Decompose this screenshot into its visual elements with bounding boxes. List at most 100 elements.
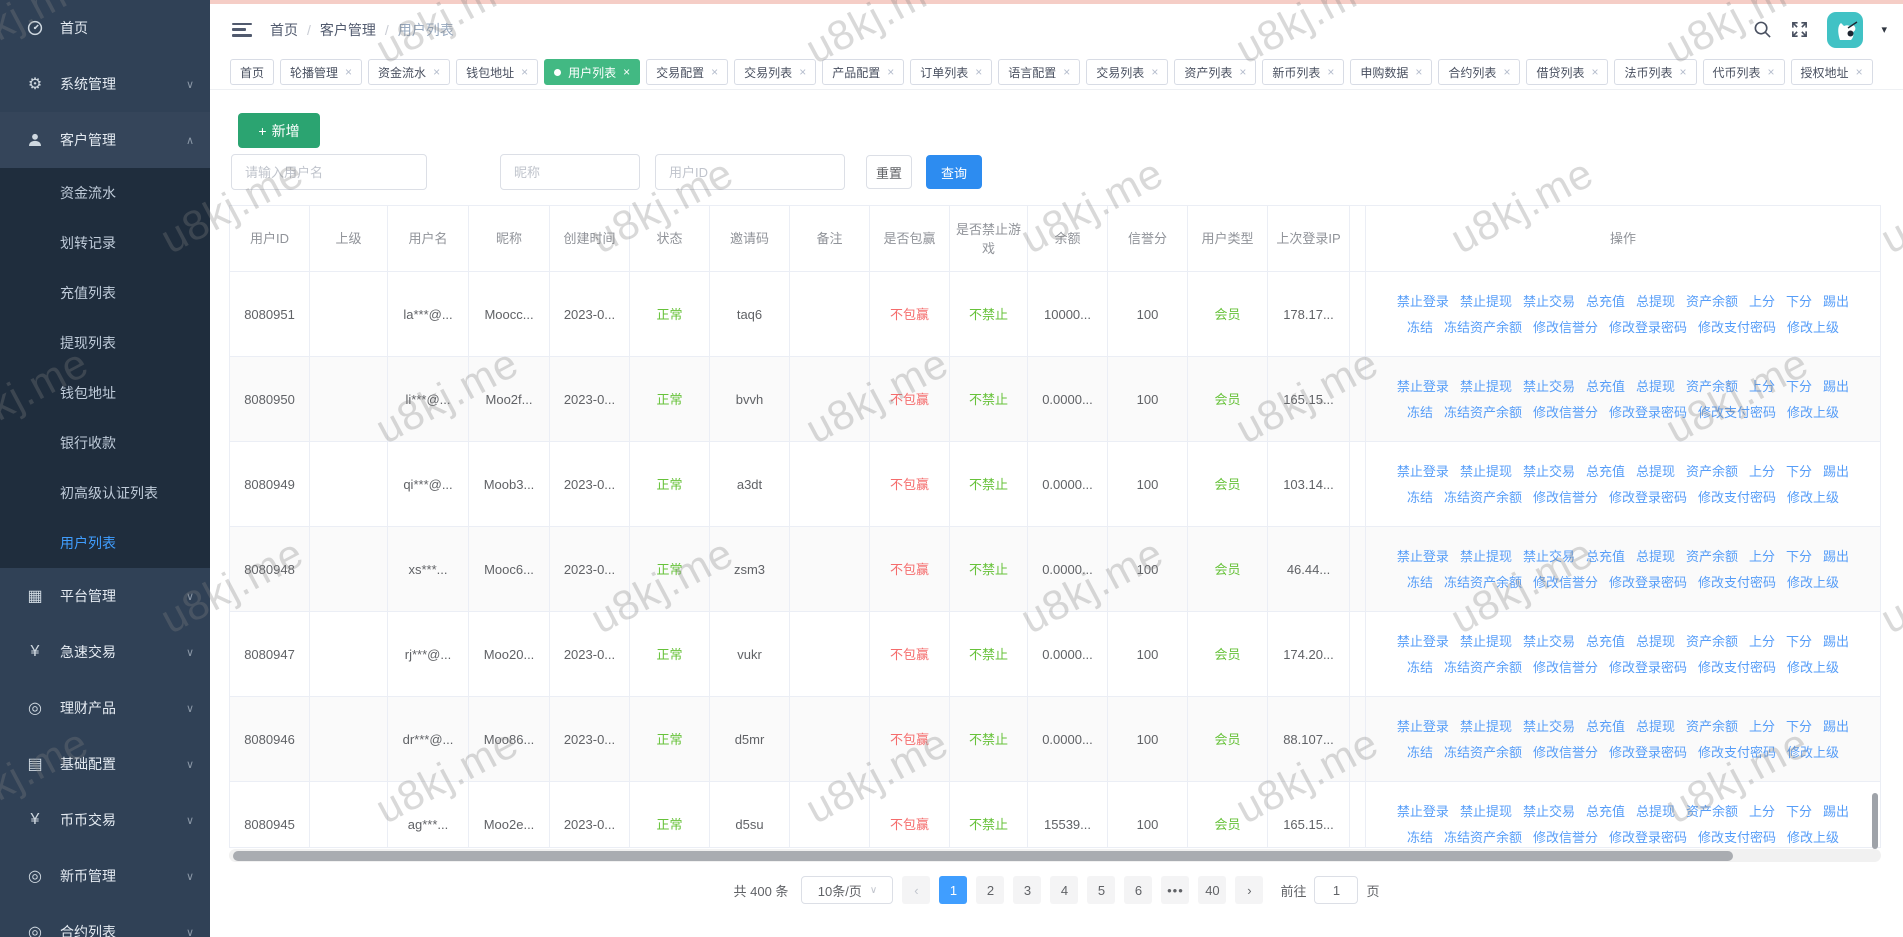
goto-page-input[interactable] [1314,876,1358,904]
search-button[interactable]: 查询 [926,155,982,189]
close-icon[interactable]: × [1680,65,1687,79]
sidebar-subitem-用户列表[interactable]: 用户列表 [0,518,210,568]
action-link-修改信誉分[interactable]: 修改信誉分 [1533,318,1598,337]
action-link-修改登录密码[interactable]: 修改登录密码 [1609,318,1687,337]
breadcrumb-home[interactable]: 首页 [270,20,298,40]
action-link-修改登录密码[interactable]: 修改登录密码 [1609,403,1687,422]
action-link-禁止提现[interactable]: 禁止提现 [1460,292,1512,311]
more-pages-icon[interactable]: ••• [1161,876,1189,904]
fullscreen-icon[interactable] [1790,20,1809,39]
tab-合约列表[interactable]: 合约列表× [1438,59,1520,85]
action-link-冻结[interactable]: 冻结 [1407,828,1433,847]
action-link-冻结资产余额[interactable]: 冻结资产余额 [1444,403,1522,422]
close-icon[interactable]: × [975,65,982,79]
sidebar-item-理财产品[interactable]: ◎理财产品∨ [0,680,210,736]
sidebar-subitem-提现列表[interactable]: 提现列表 [0,318,210,368]
tab-订单列表[interactable]: 订单列表× [910,59,992,85]
tab-资金流水[interactable]: 资金流水× [368,59,450,85]
action-link-禁止登录[interactable]: 禁止登录 [1397,547,1449,566]
action-link-资产余额[interactable]: 资产余额 [1686,547,1738,566]
tab-申购数据[interactable]: 申购数据× [1350,59,1432,85]
close-icon[interactable]: × [1063,65,1070,79]
action-link-禁止提现[interactable]: 禁止提现 [1460,802,1512,821]
tab-首页[interactable]: 首页 [230,59,274,85]
action-link-下分[interactable]: 下分 [1786,802,1812,821]
tab-新币列表[interactable]: 新币列表× [1262,59,1344,85]
action-link-踢出[interactable]: 踢出 [1823,292,1849,311]
action-link-禁止交易[interactable]: 禁止交易 [1523,377,1575,396]
horizontal-scrollbar[interactable] [229,849,1881,862]
page-button-1[interactable]: 1 [939,876,967,904]
action-link-资产余额[interactable]: 资产余额 [1686,717,1738,736]
page-button-2[interactable]: 2 [976,876,1004,904]
action-link-冻结[interactable]: 冻结 [1407,318,1433,337]
page-button-40[interactable]: 40 [1198,876,1226,904]
action-link-修改支付密码[interactable]: 修改支付密码 [1698,658,1776,677]
page-button-3[interactable]: 3 [1013,876,1041,904]
close-icon[interactable]: × [1768,65,1775,79]
close-icon[interactable]: × [521,65,528,79]
action-link-下分[interactable]: 下分 [1786,547,1812,566]
action-link-总充值[interactable]: 总充值 [1586,547,1625,566]
action-link-修改信誉分[interactable]: 修改信誉分 [1533,743,1598,762]
add-user-button[interactable]: + 新增 [238,113,320,148]
tab-借贷列表[interactable]: 借贷列表× [1526,59,1608,85]
sidebar-subitem-初高级认证列表[interactable]: 初高级认证列表 [0,468,210,518]
action-link-下分[interactable]: 下分 [1786,292,1812,311]
action-link-资产余额[interactable]: 资产余额 [1686,632,1738,651]
action-link-踢出[interactable]: 踢出 [1823,632,1849,651]
close-icon[interactable]: × [1503,65,1510,79]
action-link-修改登录密码[interactable]: 修改登录密码 [1609,743,1687,762]
action-link-上分[interactable]: 上分 [1749,292,1775,311]
action-link-修改信誉分[interactable]: 修改信誉分 [1533,828,1598,847]
close-icon[interactable]: × [1856,65,1863,79]
action-link-下分[interactable]: 下分 [1786,462,1812,481]
action-link-修改上级[interactable]: 修改上级 [1787,403,1839,422]
action-link-修改登录密码[interactable]: 修改登录密码 [1609,828,1687,847]
action-link-冻结[interactable]: 冻结 [1407,658,1433,677]
close-icon[interactable]: × [1151,65,1158,79]
action-link-禁止提现[interactable]: 禁止提现 [1460,632,1512,651]
close-icon[interactable]: × [711,65,718,79]
action-link-修改上级[interactable]: 修改上级 [1787,573,1839,592]
action-link-总充值[interactable]: 总充值 [1586,632,1625,651]
action-link-踢出[interactable]: 踢出 [1823,802,1849,821]
sidebar-item-急速交易[interactable]: ¥急速交易∨ [0,624,210,680]
action-link-踢出[interactable]: 踢出 [1823,377,1849,396]
action-link-总充值[interactable]: 总充值 [1586,802,1625,821]
close-icon[interactable]: × [623,65,630,79]
action-link-修改信誉分[interactable]: 修改信誉分 [1533,658,1598,677]
action-link-修改上级[interactable]: 修改上级 [1787,658,1839,677]
action-link-修改上级[interactable]: 修改上级 [1787,488,1839,507]
action-link-冻结资产余额[interactable]: 冻结资产余额 [1444,743,1522,762]
action-link-冻结[interactable]: 冻结 [1407,488,1433,507]
action-link-资产余额[interactable]: 资产余额 [1686,802,1738,821]
sidebar-item-基础配置[interactable]: ▤基础配置∨ [0,736,210,792]
page-button-6[interactable]: 6 [1124,876,1152,904]
action-link-禁止提现[interactable]: 禁止提现 [1460,462,1512,481]
action-link-修改登录密码[interactable]: 修改登录密码 [1609,488,1687,507]
action-link-下分[interactable]: 下分 [1786,717,1812,736]
sidebar-item-客户管理[interactable]: 客户管理∧ [0,112,210,168]
action-link-禁止登录[interactable]: 禁止登录 [1397,377,1449,396]
action-link-修改支付密码[interactable]: 修改支付密码 [1698,573,1776,592]
tab-交易配置[interactable]: 交易配置× [646,59,728,85]
action-link-禁止登录[interactable]: 禁止登录 [1397,802,1449,821]
horizontal-scrollbar-thumb[interactable] [233,851,1733,861]
nickname-filter-input[interactable] [500,154,640,190]
action-link-禁止登录[interactable]: 禁止登录 [1397,292,1449,311]
action-link-禁止登录[interactable]: 禁止登录 [1397,632,1449,651]
userid-filter-input[interactable] [655,154,845,190]
action-link-冻结[interactable]: 冻结 [1407,403,1433,422]
action-link-修改信誉分[interactable]: 修改信誉分 [1533,488,1598,507]
action-link-禁止提现[interactable]: 禁止提现 [1460,377,1512,396]
action-link-修改支付密码[interactable]: 修改支付密码 [1698,828,1776,847]
action-link-下分[interactable]: 下分 [1786,632,1812,651]
prev-page-button[interactable]: ‹ [902,876,930,904]
action-link-冻结资产余额[interactable]: 冻结资产余额 [1444,488,1522,507]
close-icon[interactable]: × [1239,65,1246,79]
close-icon[interactable]: × [887,65,894,79]
action-link-总提现[interactable]: 总提现 [1636,717,1675,736]
action-link-禁止交易[interactable]: 禁止交易 [1523,802,1575,821]
action-link-踢出[interactable]: 踢出 [1823,547,1849,566]
